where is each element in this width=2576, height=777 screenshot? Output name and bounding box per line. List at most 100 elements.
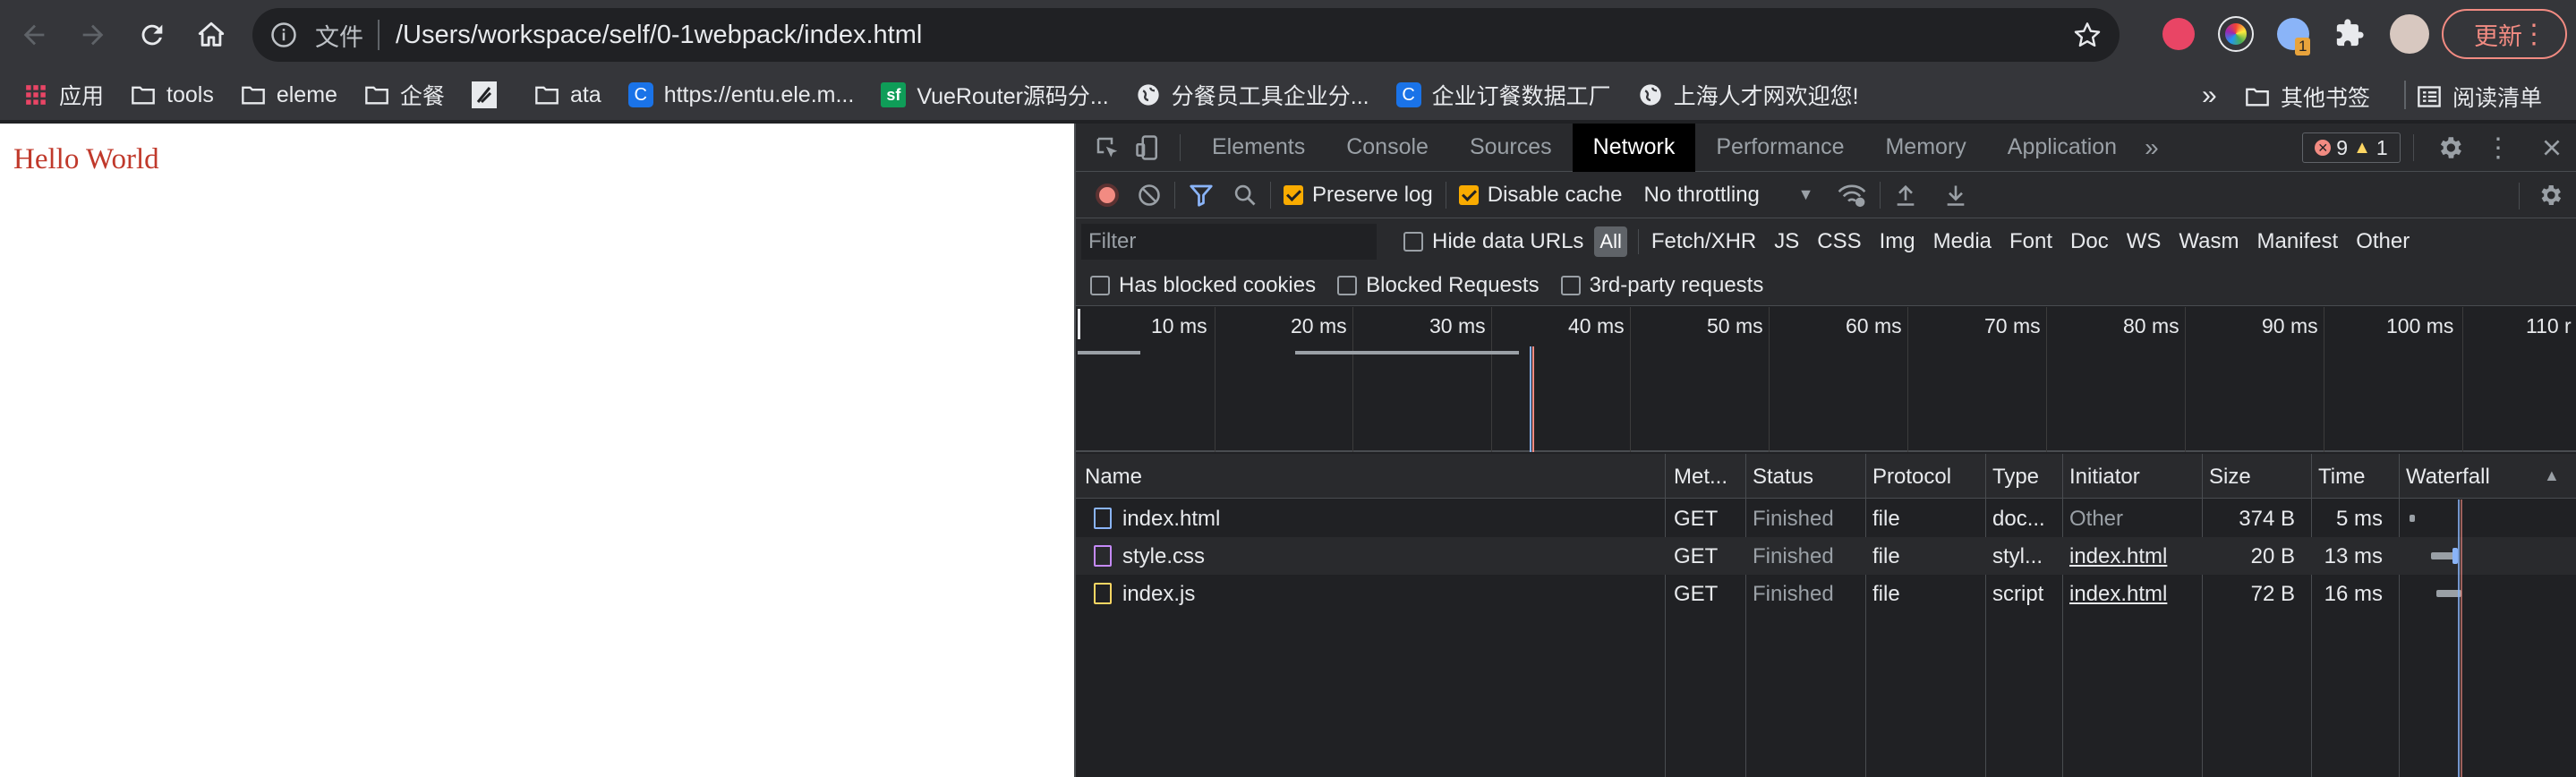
extension-translate-icon[interactable]: 1 [2277,18,2311,56]
tab-elements[interactable]: Elements [1191,124,1326,172]
bookmark-apps[interactable]: 应用 [23,79,104,111]
column-header-waterfall[interactable]: Waterfall [2406,465,2490,490]
more-vert-icon: ⋮ [2521,20,2547,49]
info-icon[interactable] [270,21,297,48]
column-header-size[interactable]: Size [2209,465,2251,490]
column-header-name[interactable]: Name [1085,465,1142,490]
network-conditions-icon[interactable] [1837,182,1867,209]
search-icon[interactable] [1233,183,1258,208]
devtools-menu-icon[interactable]: ⋮ [2478,127,2519,168]
bookmark-other[interactable]: 其他书签 [2245,81,2370,113]
sort-ascending-icon[interactable]: ▲ [2544,466,2560,485]
filter-input[interactable]: Filter [1081,224,1377,260]
back-button[interactable] [7,8,61,62]
url-divider [378,20,380,50]
disable-cache-checkbox[interactable] [1458,184,1479,205]
column-header-method[interactable]: Met... [1674,465,1727,490]
avatar[interactable] [2390,14,2429,54]
bookmark-qican[interactable]: 企餐 [364,79,445,111]
column-header-initiator[interactable]: Initiator [2069,465,2140,490]
blocked-requests-checkbox[interactable] [1337,275,1358,295]
device-toolbar-button[interactable] [1128,127,1169,168]
cell-type: doc... [1992,507,2045,531]
tab-sources[interactable]: Sources [1449,124,1573,172]
cell-initiator-link[interactable]: index.html [2069,582,2167,607]
network-overview[interactable]: 10 ms 20 ms 30 ms 40 ms 50 ms 60 ms 70 m… [1076,307,2576,452]
export-har-icon[interactable] [1943,182,1968,209]
third-party-requests-checkbox[interactable] [1560,275,1581,295]
type-filter-manifest[interactable]: Manifest [2257,229,2339,254]
type-filter-ws[interactable]: WS [2127,229,2162,254]
waterfall-dom-loaded-line [2458,500,2460,777]
tab-network[interactable]: Network [1572,123,1696,172]
column-header-time[interactable]: Time [2318,465,2365,490]
extension-red-icon[interactable] [2162,18,2195,50]
forward-button[interactable] [66,8,120,62]
page-viewport: Hello World [0,124,1074,777]
table-row[interactable]: style.css GET Finished file styl... inde… [1076,537,2576,575]
bookmark-entu[interactable]: C https://entu.ele.m... [627,82,854,108]
overview-tick: 80 ms [2123,314,2179,337]
home-button[interactable] [184,8,238,62]
type-filter-all[interactable]: All [1594,226,1627,257]
cell-initiator-link[interactable]: index.html [2069,544,2167,569]
more-tabs-button[interactable]: » [2137,124,2166,172]
type-filter-js[interactable]: JS [1774,229,1799,254]
type-filter-doc[interactable]: Doc [2070,229,2109,254]
overview-tick: 100 ms [2386,314,2454,337]
tab-console[interactable]: Console [1326,124,1449,172]
type-filter-media[interactable]: Media [1933,229,1992,254]
column-header-protocol[interactable]: Protocol [1872,465,1951,490]
overview-gridline [2046,307,2047,452]
extension-color-icon[interactable] [2218,16,2254,52]
url-text[interactable]: /Users/workspace/self/0-1webpack/index.h… [396,21,922,50]
type-filter-fetch-xhr[interactable]: Fetch/XHR [1651,229,1756,254]
network-settings-gear-icon[interactable] [2537,182,2563,209]
reload-button[interactable] [125,8,179,62]
type-filter-img[interactable]: Img [1880,229,1915,254]
hide-data-urls-checkbox[interactable] [1403,232,1423,252]
bookmark-eleme[interactable]: eleme [241,82,337,108]
column-header-status[interactable]: Status [1753,465,1813,490]
bookmark-data-factory[interactable]: C 企业订餐数据工厂 [1395,79,1611,111]
tab-memory[interactable]: Memory [1864,124,1986,172]
clear-icon[interactable] [1137,183,1162,208]
type-filter-font[interactable]: Font [2009,229,2052,254]
tab-application[interactable]: Application [1987,124,2137,172]
overview-selection-handle[interactable] [1078,309,1080,339]
type-filter-wasm[interactable]: Wasm [2179,229,2239,254]
table-row[interactable]: index.html GET Finished file doc... Othe… [1076,500,2576,537]
reading-list-button[interactable]: 阅读清单 [2417,81,2542,113]
import-har-icon[interactable] [1893,182,1918,209]
has-blocked-cookies-checkbox[interactable] [1090,275,1110,295]
bookmarks-overflow-button[interactable]: » [2202,81,2217,111]
record-button[interactable] [1096,183,1119,207]
address-bar[interactable]: 文件 /Users/workspace/self/0-1webpack/inde… [252,8,2120,62]
bookmark-tools[interactable]: tools [131,82,214,108]
bookmark-shanghai-rencai[interactable]: 上海人才网欢迎您! [1638,79,1859,111]
table-row[interactable]: index.js GET Finished file script index.… [1076,575,2576,612]
preserve-log-checkbox[interactable] [1284,184,1303,205]
tab-performance[interactable]: Performance [1695,124,1864,172]
arrow-left-icon [23,24,45,46]
folder-icon [2245,84,2270,109]
bookmark-logo[interactable] [471,81,508,108]
cell-type: script [1992,582,2044,606]
puzzle-icon[interactable] [2334,18,2365,48]
devtools-settings-button[interactable] [2429,127,2470,168]
type-filter-other[interactable]: Other [2356,229,2410,254]
overview-gridline [1630,307,1631,452]
star-icon[interactable] [2073,21,2102,49]
bookmark-ata[interactable]: ata [534,82,601,108]
column-header-type[interactable]: Type [1992,465,2039,490]
update-button[interactable]: 更新 ⋮ [2442,9,2567,59]
throttling-select[interactable]: No throttling ▼ [1643,183,1813,208]
bookmark-fencanyuan[interactable]: 分餐员工具企业分... [1136,79,1369,111]
folder-icon [131,82,156,107]
bookmark-vuerouter[interactable]: sf VueRouter源码分... [881,79,1109,111]
type-filter-css[interactable]: CSS [1817,229,1861,254]
inspect-element-button[interactable] [1087,127,1128,168]
filter-icon[interactable] [1188,182,1215,209]
close-devtools-button[interactable] [2531,127,2572,168]
issues-counter[interactable]: ✕ 9 ▲ 1 [2302,132,2401,163]
